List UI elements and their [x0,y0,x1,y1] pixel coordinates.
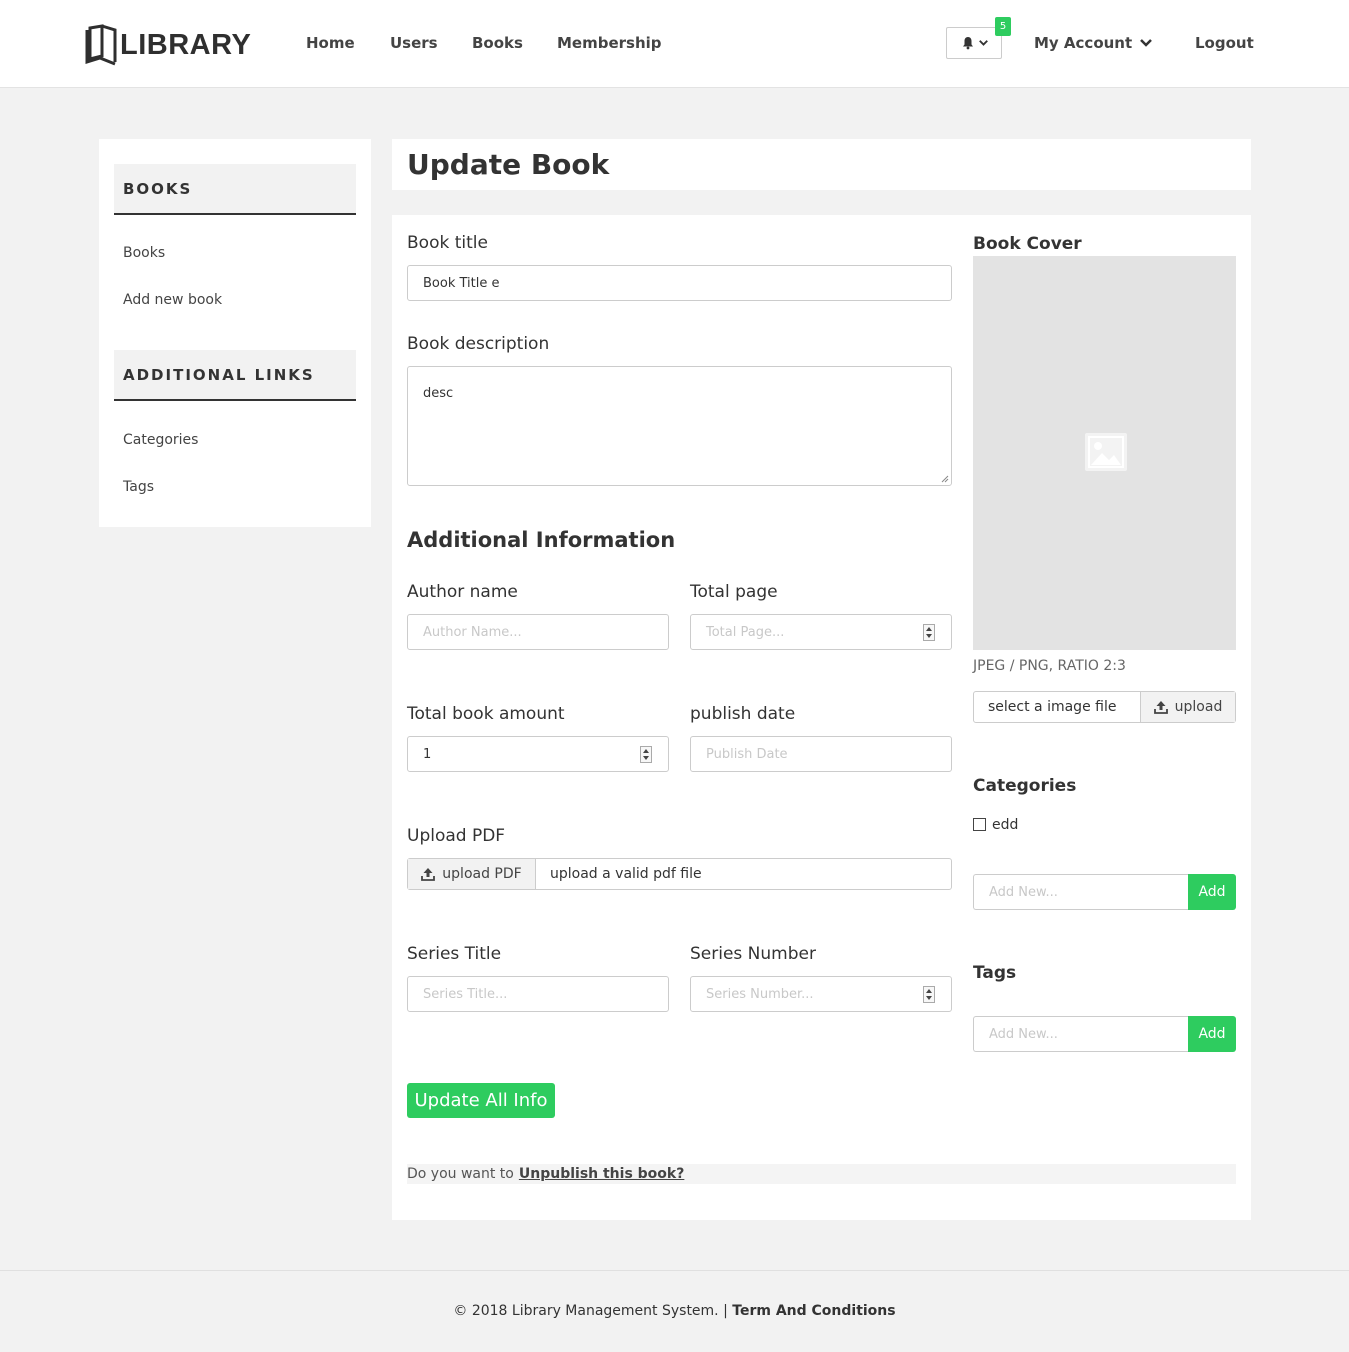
book-description-text: desc [423,386,454,401]
book-logo-icon [85,24,117,66]
logout-link[interactable]: Logout [1195,34,1254,52]
image-placeholder-icon [1085,433,1127,471]
sidebar-item-add-new-book[interactable]: Add new book [123,292,222,308]
total-book-amount-input[interactable]: 1 [407,736,669,772]
chevron-down-icon [1140,39,1153,47]
book-title-label: Book title [407,233,488,253]
book-cover-preview[interactable] [973,256,1236,650]
add-tag-group: Add New... Add [973,1016,1236,1052]
unpublish-link[interactable]: Unpublish this book? [519,1166,684,1182]
category-label: edd [992,817,1019,833]
series-number-label: Series Number [690,944,816,964]
footer: © 2018 Library Management System. | Term… [0,1270,1349,1352]
number-spinner-icon[interactable] [923,986,935,1003]
upload-icon [1153,701,1168,714]
sidebar-heading: ADDITIONAL LINKS [123,366,315,384]
sidebar-item-categories[interactable]: Categories [123,432,198,448]
sidebar-heading: BOOKS [123,180,193,198]
publish-date-label: publish date [690,704,796,724]
series-number-placeholder: Series Number... [706,986,814,1002]
nav-membership[interactable]: Membership [557,34,662,52]
terms-link[interactable]: Term And Conditions [732,1303,895,1319]
author-name-label: Author name [407,582,518,602]
total-page-input[interactable]: Total Page... [690,614,952,650]
tags-heading: Tags [973,963,1017,983]
bell-icon [962,37,973,50]
nav-home[interactable]: Home [306,34,355,52]
chevron-down-icon [978,40,988,46]
total-page-label: Total page [690,582,778,602]
top-navbar: LIBRARY Home Users Books Membership 5 My… [0,0,1349,88]
sidebar-section-books: BOOKS [114,164,356,215]
categories-heading: Categories [973,776,1077,796]
sidebar-section-additional-links: ADDITIONAL LINKS [114,350,356,401]
resize-grip-icon[interactable] [941,475,949,483]
cover-upload-group: select a image file upload [973,691,1236,723]
series-number-input[interactable]: Series Number... [690,976,952,1012]
number-spinner-icon[interactable] [640,746,652,763]
title-panel: Update Book [392,139,1251,190]
cover-upload-button[interactable]: upload [1141,692,1235,722]
account-label: My Account [1034,34,1133,52]
series-title-input[interactable]: Series Title... [407,976,669,1012]
cover-format-hint: JPEG / PNG, RATIO 2:3 [973,658,1126,674]
logo-text: LIBRARY [120,28,252,61]
author-name-input[interactable]: Author Name... [407,614,669,650]
sidebar: BOOKS Books Add new book ADDITIONAL LINK… [99,139,371,527]
add-tag-button[interactable]: Add [1188,1016,1236,1052]
sidebar-item-books[interactable]: Books [123,245,165,261]
upload-pdf-group: upload PDF upload a valid pdf file [407,858,952,890]
page-title: Update Book [407,148,610,181]
total-book-amount-value: 1 [423,746,432,762]
add-category-group: Add New... Add [973,874,1236,910]
sidebar-item-tags[interactable]: Tags [123,479,154,495]
book-title-input[interactable]: Book Title e [407,265,952,301]
upload-icon [421,868,436,881]
notifications-button[interactable] [946,27,1002,59]
additional-info-heading: Additional Information [407,528,676,552]
update-book-form: Book title Book Title e Book description… [392,215,1251,1220]
unpublish-prefix: Do you want to [407,1166,514,1182]
update-all-info-button[interactable]: Update All Info [407,1083,555,1118]
add-category-button[interactable]: Add [1188,874,1236,910]
upload-pdf-button[interactable]: upload PDF [408,859,536,889]
upload-pdf-button-label: upload PDF [442,866,522,882]
logo[interactable]: LIBRARY [84,24,251,66]
series-title-label: Series Title [407,944,502,964]
total-page-placeholder: Total Page... [706,624,785,640]
cover-file-field[interactable]: select a image file [974,692,1141,722]
cover-upload-button-label: upload [1174,699,1223,715]
publish-date-input[interactable]: Publish Date [690,736,952,772]
book-cover-heading: Book Cover [973,234,1082,254]
add-tag-input[interactable]: Add New... [973,1016,1188,1052]
notification-badge: 5 [995,17,1011,36]
upload-pdf-hint: upload a valid pdf file [550,866,702,882]
footer-text: © 2018 Library Management System. | Term… [0,1303,1349,1319]
nav-users[interactable]: Users [390,34,438,52]
add-category-input[interactable]: Add New... [973,874,1188,910]
unpublish-notice: Do you want to Unpublish this book? [407,1164,1236,1184]
copyright-text: © 2018 Library Management System. | [453,1303,728,1319]
book-description-label: Book description [407,334,550,354]
book-description-textarea[interactable]: desc [407,366,952,486]
upload-pdf-label: Upload PDF [407,826,506,846]
nav-books[interactable]: Books [472,34,523,52]
my-account-dropdown[interactable]: My Account [1034,34,1153,52]
total-book-amount-label: Total book amount [407,704,565,724]
number-spinner-icon[interactable] [923,624,935,641]
category-checkbox-edd[interactable] [973,818,986,831]
